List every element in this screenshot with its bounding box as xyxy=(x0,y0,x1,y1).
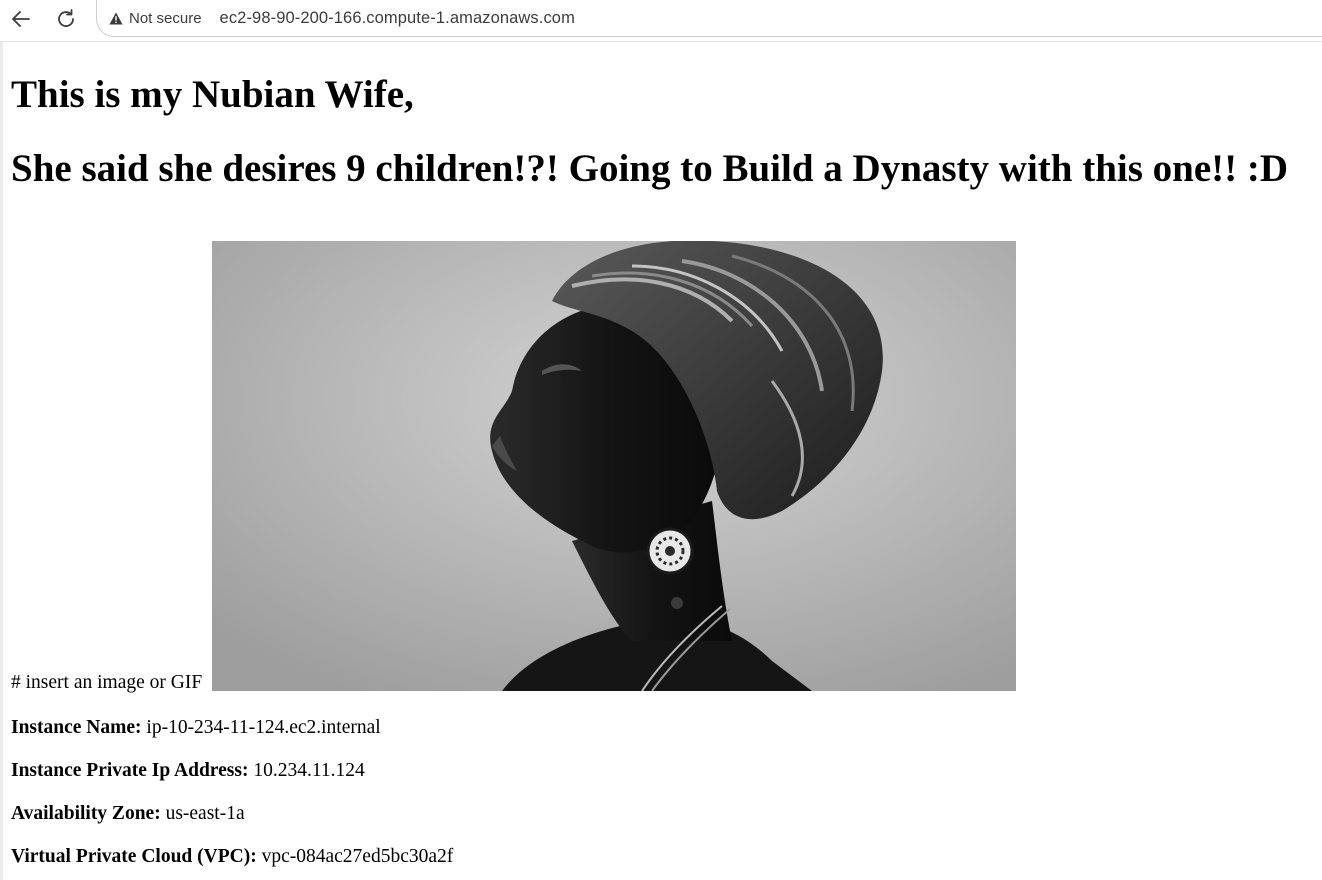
url-text[interactable]: ec2-98-90-200-166.compute-1.amazonaws.co… xyxy=(220,9,575,28)
browser-toolbar: Not secure ec2-98-90-200-166.compute-1.a… xyxy=(0,0,1322,42)
instance-ip-row: Instance Private Ip Address: 10.234.11.1… xyxy=(11,759,365,782)
vpc-label: Virtual Private Cloud (VPC): xyxy=(11,846,257,867)
page-heading: This is my Nubian Wife, xyxy=(11,73,414,116)
reload-button[interactable] xyxy=(51,5,81,33)
page-subheading: She said she desires 9 children!?! Going… xyxy=(11,147,1289,190)
reload-icon xyxy=(58,9,74,27)
security-label: Not secure xyxy=(129,9,202,27)
vpc-value: vpc-084ac27ed5bc30a2f xyxy=(261,846,454,867)
page-edge xyxy=(0,42,3,880)
availability-zone-value: us-east-1a xyxy=(165,803,245,824)
back-arrow-icon xyxy=(12,11,30,27)
instance-name-value: ip-10-234-11-124.ec2.internal xyxy=(146,717,381,738)
availability-zone-row: Availability Zone: us-east-1a xyxy=(11,802,245,825)
image-caption: # insert an image or GIF xyxy=(11,672,203,693)
portrait-image xyxy=(212,241,1016,691)
instance-name-label: Instance Name: xyxy=(11,717,142,738)
warning-triangle-icon xyxy=(109,12,123,24)
image-row: # insert an image or GIF xyxy=(11,241,1111,693)
back-button[interactable] xyxy=(6,5,36,33)
instance-name-row: Instance Name: ip-10-234-11-124.ec2.inte… xyxy=(11,716,381,739)
page-body: This is my Nubian Wife, She said she des… xyxy=(11,42,1322,867)
availability-zone-label: Availability Zone: xyxy=(11,803,161,824)
security-indicator[interactable]: Not secure xyxy=(109,0,202,37)
instance-ip-label: Instance Private Ip Address: xyxy=(11,760,249,781)
address-bar[interactable]: Not secure ec2-98-90-200-166.compute-1.a… xyxy=(96,0,1322,37)
instance-ip-value: 10.234.11.124 xyxy=(253,760,365,781)
vpc-row: Virtual Private Cloud (VPC): vpc-084ac27… xyxy=(11,845,453,868)
